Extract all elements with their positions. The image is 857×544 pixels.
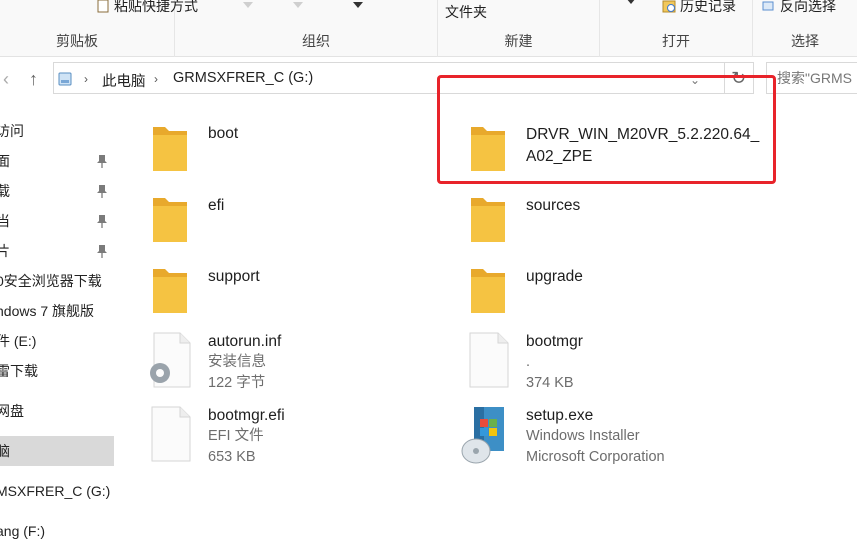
breadcrumb-separator-icon: › bbox=[84, 72, 88, 86]
back-arrow-icon[interactable]: ‹ bbox=[3, 69, 9, 90]
ribbon-group-clipboard: 粘贴快捷方式 剪贴板 bbox=[0, 0, 198, 57]
clipboard-group-label: 剪贴板 bbox=[56, 33, 98, 49]
folder-icon bbox=[471, 269, 505, 313]
nav-item[interactable]: 片 bbox=[0, 236, 114, 266]
invert-selection-label: 反向选择 bbox=[780, 0, 836, 14]
folder-item-boot[interactable]: boot bbox=[150, 121, 450, 191]
folder-icon bbox=[153, 127, 187, 171]
nav-item[interactable]: 载 bbox=[0, 176, 114, 206]
nav-item[interactable]: MSXFRER_C (G:) bbox=[0, 476, 114, 506]
file-name: efi bbox=[208, 197, 225, 214]
file-item-bootmgr-efi[interactable]: bootmgr.efi EFI 文件 653 KB bbox=[150, 405, 450, 475]
file-name: autorun.inf bbox=[208, 333, 282, 350]
nav-item-label: ang (F:) bbox=[0, 523, 46, 539]
search-input[interactable]: 搜索"GRMS bbox=[766, 62, 857, 94]
history-label: 历史记录 bbox=[680, 0, 736, 14]
file-type: . bbox=[526, 354, 531, 370]
ribbon-group-new: 文件夹 新建 bbox=[438, 0, 600, 57]
file-size: 374 KB bbox=[526, 375, 574, 391]
file-name: sources bbox=[526, 197, 581, 214]
nav-item-label: 脑 bbox=[0, 443, 10, 459]
ribbon-group-select: 反向选择 选择 bbox=[753, 0, 857, 57]
select-group-label: 选择 bbox=[791, 33, 819, 49]
nav-item[interactable]: ang (F:) bbox=[0, 516, 114, 544]
folder-icon bbox=[153, 198, 187, 242]
file-name: bootmgr bbox=[526, 333, 583, 350]
nav-item-label: 载 bbox=[0, 183, 10, 199]
folder-icon bbox=[153, 269, 187, 313]
nav-item-label: 0安全浏览器下载 bbox=[0, 273, 102, 289]
open-group-label: 打开 bbox=[662, 33, 690, 49]
file-type: EFI 文件 bbox=[208, 428, 264, 444]
file-icon bbox=[469, 332, 509, 388]
file-item-setup-exe[interactable]: setup.exe Windows Installer Microsoft Co… bbox=[460, 405, 780, 475]
nav-item[interactable]: 脑 bbox=[0, 436, 114, 466]
file-item-autorun[interactable]: autorun.inf 安装信息 122 字节 bbox=[142, 331, 442, 401]
nav-item[interactable]: 访问 bbox=[0, 116, 114, 146]
ribbon-group-organize: 组织 bbox=[175, 0, 438, 57]
new-group-label: 新建 bbox=[504, 33, 533, 49]
drive-icon bbox=[58, 72, 72, 86]
file-name: support bbox=[208, 268, 260, 285]
ribbon: 粘贴快捷方式 剪贴板 组织 文件夹 新建 历史记录 打开 反向选择 选择 bbox=[0, 0, 857, 57]
breadcrumb-drive-g[interactable]: GRMSXFRER_C (G:) bbox=[173, 70, 313, 86]
nav-item-label: 当 bbox=[0, 213, 10, 229]
file-description: Windows Installer bbox=[526, 428, 640, 444]
file-item-bootmgr[interactable]: bootmgr . 374 KB bbox=[468, 331, 768, 401]
invert-selection-icon bbox=[762, 1, 774, 11]
nav-item[interactable]: 面 bbox=[0, 146, 114, 176]
new-folder-button[interactable]: 文件夹 bbox=[445, 2, 487, 22]
file-name: setup.exe bbox=[526, 407, 594, 424]
folder-item-support[interactable]: support bbox=[150, 263, 450, 333]
organize-group-label: 组织 bbox=[302, 33, 330, 49]
breadcrumb-this-pc[interactable]: 此电脑 bbox=[102, 70, 146, 91]
pin-icon bbox=[97, 155, 107, 168]
up-arrow-icon[interactable]: ↑ bbox=[29, 69, 38, 90]
history-button[interactable]: 历史记录 bbox=[662, 0, 736, 16]
file-company: Microsoft Corporation bbox=[526, 449, 665, 465]
nav-item[interactable]: 雷下载 bbox=[0, 356, 114, 386]
nav-item-label: ndows 7 旗舰版 bbox=[0, 303, 95, 319]
folder-item-upgrade[interactable]: upgrade bbox=[468, 263, 768, 333]
invert-selection-button[interactable]: 反向选择 bbox=[762, 0, 836, 16]
paste-shortcut-icon bbox=[97, 0, 109, 13]
file-name: upgrade bbox=[526, 268, 583, 285]
open-dropdown-icon[interactable] bbox=[626, 0, 636, 4]
file-name: bootmgr.efi bbox=[208, 407, 285, 424]
pin-icon bbox=[97, 245, 107, 258]
nav-item-label: 访问 bbox=[0, 123, 24, 139]
folder-item-sources[interactable]: sources bbox=[468, 192, 768, 262]
file-name: boot bbox=[208, 125, 239, 142]
file-size: 653 KB bbox=[208, 449, 256, 465]
breadcrumb-separator-icon: › bbox=[154, 72, 158, 86]
nav-item[interactable]: ndows 7 旗舰版 bbox=[0, 296, 114, 326]
copy-to-dropdown-icon[interactable] bbox=[293, 2, 303, 8]
nav-item[interactable]: 件 (E:) bbox=[0, 326, 114, 356]
nav-item-label: MSXFRER_C (G:) bbox=[0, 483, 111, 499]
pin-icon bbox=[97, 215, 107, 228]
nav-item[interactable]: 0安全浏览器下载 bbox=[0, 266, 114, 296]
nav-item-label: 面 bbox=[0, 153, 10, 169]
nav-item-label: 件 (E:) bbox=[0, 333, 37, 349]
pin-icon bbox=[97, 185, 107, 198]
settings-file-icon bbox=[150, 332, 191, 388]
folder-item-efi[interactable]: efi bbox=[150, 192, 450, 262]
highlight-annotation bbox=[437, 75, 776, 184]
folder-icon bbox=[471, 198, 505, 242]
navigation-pane: 访问面载当片 0安全浏览器下载 ndows 7 旗舰版件 (E:) 雷下载网盘脑 MSX… bbox=[0, 101, 114, 544]
nav-item-label: 片 bbox=[0, 243, 10, 259]
file-icon bbox=[151, 406, 191, 462]
nav-item[interactable]: 网盘 bbox=[0, 396, 114, 426]
move-to-dropdown-icon[interactable] bbox=[243, 2, 253, 8]
nav-item-label: 雷下载 bbox=[0, 363, 38, 379]
ribbon-group-open: 历史记录 打开 bbox=[600, 0, 753, 57]
file-size: 122 字节 bbox=[208, 375, 266, 391]
file-type: 安装信息 bbox=[208, 354, 266, 370]
delete-dropdown-icon[interactable] bbox=[353, 2, 363, 8]
history-icon bbox=[662, 0, 676, 13]
nav-item[interactable]: 当 bbox=[0, 206, 114, 236]
nav-item-label: 网盘 bbox=[0, 403, 24, 419]
windows-installer-icon bbox=[461, 407, 504, 464]
